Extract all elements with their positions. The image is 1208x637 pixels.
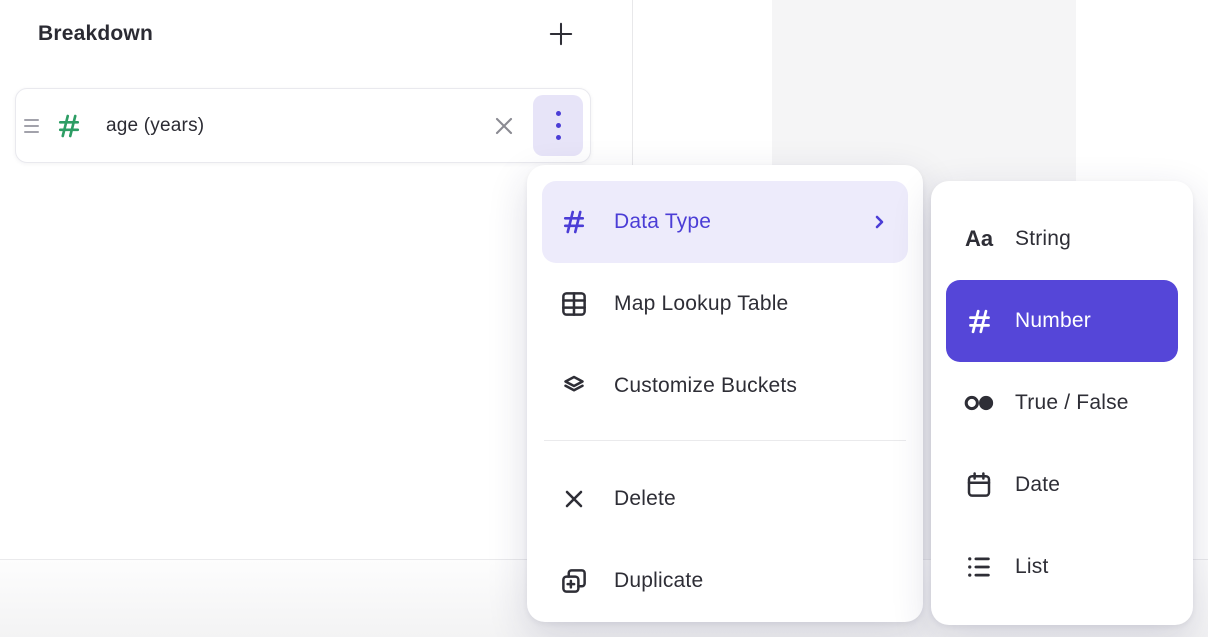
kebab-icon [556,111,561,140]
menu-item-label: Map Lookup Table [614,292,788,316]
plus-icon [546,19,576,49]
list-icon [963,552,995,582]
numeric-type-hash-icon [54,111,84,141]
menu-item-delete[interactable]: Delete [542,458,908,540]
more-options-button[interactable] [533,95,583,156]
menu-item-label: Data Type [614,210,711,234]
menu-item-label: Duplicate [614,569,703,593]
add-breakdown-button[interactable] [544,17,578,51]
hash-icon [963,306,995,336]
menu-item-map-lookup-table[interactable]: Map Lookup Table [542,263,908,345]
breakdown-title: Breakdown [38,22,153,46]
chevron-right-icon [867,210,891,234]
submenu-item-true-false[interactable]: True / False [946,362,1178,444]
menu-item-customize-buckets[interactable]: Customize Buckets [542,345,908,427]
breakdown-header: Breakdown [38,16,578,52]
submenu-item-label: List [1015,555,1048,579]
menu-item-duplicate[interactable]: Duplicate [542,540,908,622]
menu-item-label: Customize Buckets [614,374,797,398]
menu-item-data-type[interactable]: Data Type [542,181,908,263]
x-icon [559,484,589,514]
drag-handle-icon[interactable] [24,119,39,133]
submenu-item-label: True / False [1015,391,1129,415]
calendar-icon [963,470,995,500]
submenu-item-label: String [1015,227,1071,251]
duplicate-icon [559,566,589,596]
close-icon [490,112,518,140]
submenu-item-string[interactable]: Aa String [946,198,1178,280]
submenu-item-label: Number [1015,309,1091,333]
text-icon: Aa [963,224,995,254]
menu-item-label: Delete [614,487,676,511]
remove-field-button[interactable] [488,110,520,142]
breakdown-field-card[interactable]: age (years) [15,88,591,163]
stack-icon [559,371,589,401]
table-icon [559,289,589,319]
field-name: age (years) [106,115,204,137]
submenu-item-number[interactable]: Number [946,280,1178,362]
data-type-submenu: Aa String Number True / False Date [931,181,1193,625]
menu-divider [544,440,906,441]
submenu-item-list[interactable]: List [946,526,1178,608]
submenu-item-label: Date [1015,473,1060,497]
boolean-circles-icon [963,388,995,418]
hash-icon [559,207,589,237]
submenu-item-date[interactable]: Date [946,444,1178,526]
field-context-menu: Data Type Map Lookup Table Customize Buc… [527,165,923,622]
